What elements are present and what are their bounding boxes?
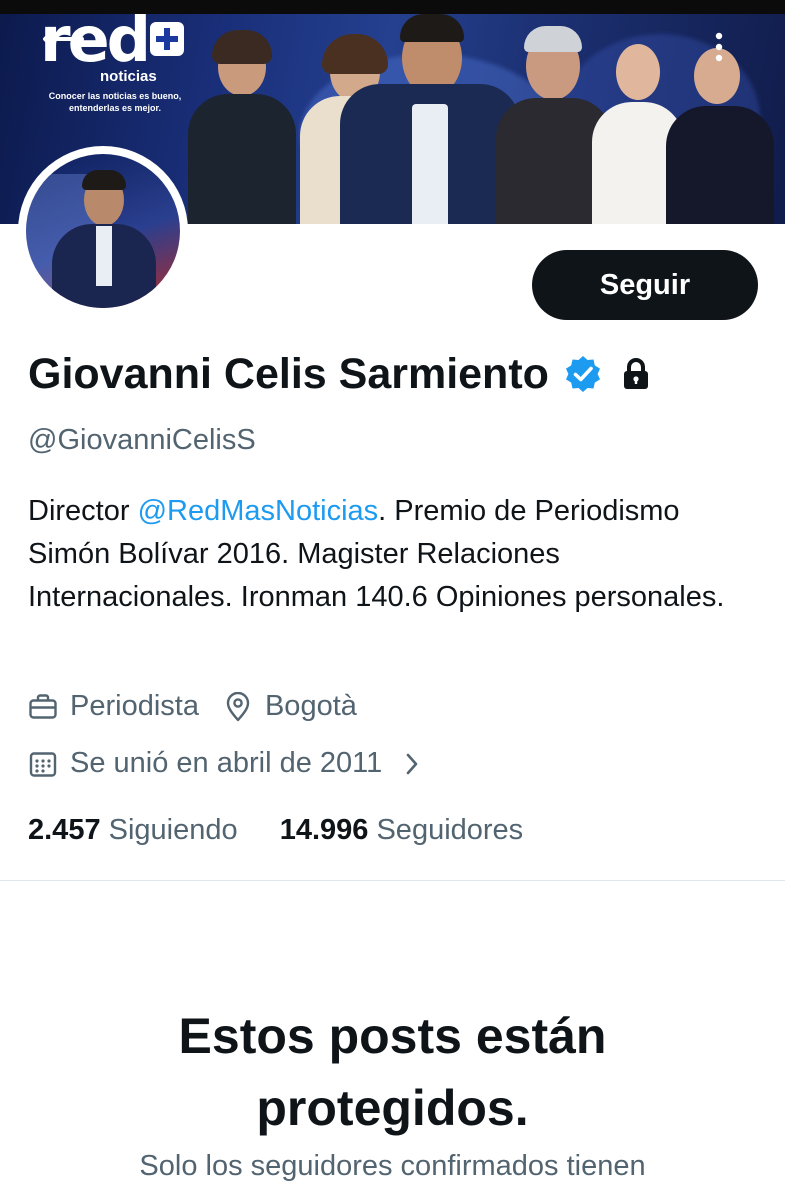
- chevron-right-icon[interactable]: [402, 751, 422, 777]
- profile-joined-row[interactable]: Se unió en abril de 2011: [28, 747, 422, 780]
- bio-text: Director: [28, 495, 138, 527]
- back-arrow-icon[interactable]: [42, 28, 84, 50]
- section-divider: [0, 880, 785, 881]
- logo-subtitle: noticias: [100, 68, 157, 85]
- joined-text: Se unió en abril de 2011: [70, 747, 383, 779]
- following-label: Siguiendo: [108, 814, 238, 846]
- following-count: 2.457: [28, 814, 101, 846]
- location-item: Bogotà: [225, 690, 357, 723]
- calendar-icon: [29, 751, 57, 777]
- avatar-photo: [26, 154, 180, 308]
- profession-text: Periodista: [70, 690, 199, 722]
- location-text: Bogotà: [264, 690, 357, 722]
- profile-name: Giovanni Celis Sarmiento: [28, 349, 549, 398]
- followers-link[interactable]: 14.996 Seguidores: [280, 814, 523, 846]
- lock-icon: [623, 358, 648, 389]
- followers-count: 14.996: [279, 814, 369, 846]
- location-pin-icon: [226, 691, 250, 721]
- profile-name-row: Giovanni Celis Sarmiento: [28, 344, 651, 404]
- briefcase-icon: [29, 693, 57, 719]
- profile-avatar[interactable]: [18, 146, 188, 316]
- bio-mention-link[interactable]: @RedMasNoticias: [138, 495, 379, 527]
- logo-plus-icon: [150, 22, 185, 56]
- protected-subtitle: Solo los seguidores confirmados tienen: [139, 1150, 646, 1182]
- profession-item: Periodista: [28, 690, 199, 723]
- banner-presenter: [340, 14, 520, 224]
- verified-badge-icon: [565, 356, 600, 392]
- profile-bio: Director @RedMasNoticias. Premio de Peri…: [28, 490, 748, 619]
- following-link[interactable]: 2.457 Siguiendo: [28, 814, 238, 846]
- status-bar: [0, 0, 785, 14]
- profile-meta-row: Periodista Bogotà: [28, 690, 357, 723]
- more-vertical-icon[interactable]: [712, 32, 726, 62]
- follow-stats: 2.457 Siguiendo 14.996 Seguidores: [28, 814, 523, 847]
- profile-handle: @GiovanniCelisS: [28, 424, 256, 456]
- protected-title: Estos posts están protegidos.: [0, 1000, 785, 1144]
- logo-tagline: Conocer las noticias es bueno, entenderl…: [48, 91, 182, 113]
- followers-label: Seguidores: [376, 814, 524, 846]
- follow-button[interactable]: Seguir: [532, 250, 758, 320]
- protected-title-text: Estos posts están protegidos.: [178, 1008, 607, 1136]
- banner-presenter: [182, 14, 302, 224]
